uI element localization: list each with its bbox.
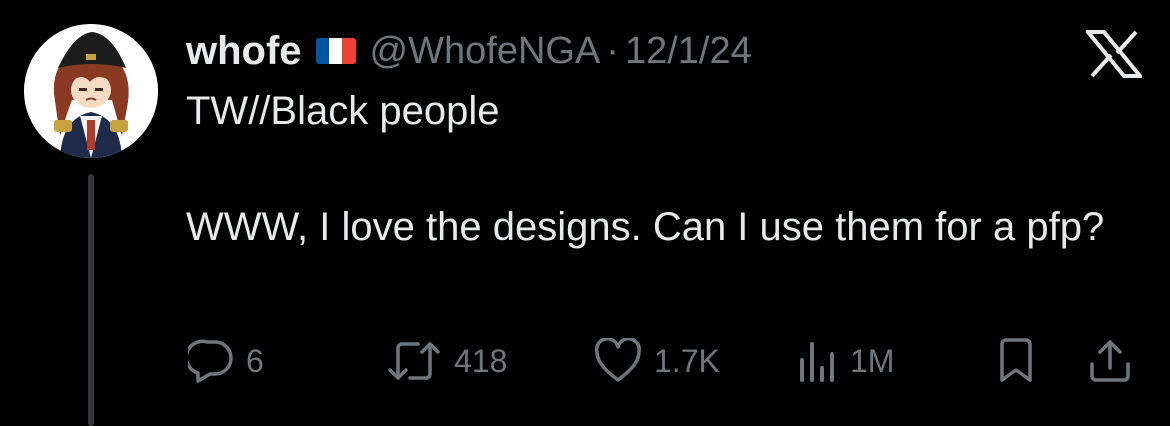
france-flag-icon [315,38,356,64]
avatar-illustration [24,24,158,158]
reply-button[interactable]: 6 [188,338,264,384]
tweet-text-line: WWW, I love the designs. Can I use them … [186,205,1105,249]
like-count: 1.7K [654,342,720,379]
display-name[interactable]: whofe [186,29,302,74]
repost-count: 418 [454,342,508,379]
views-bar-chart-icon [800,342,834,382]
reply-count: 6 [246,342,264,379]
like-button[interactable]: 1.7K [594,338,720,384]
tweet-text-line: TW//Black people [186,89,500,133]
repost-button[interactable]: 418 [386,338,507,384]
bookmark-button[interactable] [996,338,1036,384]
tweet-body: TW//Black people WWW, I love the designs… [186,82,1146,256]
action-bar: 6 418 1.7K 1M [0,338,1170,384]
views-button[interactable]: 1M [796,338,894,384]
reply-icon [188,339,233,383]
x-logo-icon[interactable] [1083,30,1145,78]
user-handle[interactable]: @WhofeNGA [370,30,601,73]
avatar[interactable] [24,24,158,158]
bookmark-icon [1000,338,1032,382]
tweet-header: whofe @WhofeNGA · 12/1/24 [186,26,752,76]
tweet-date[interactable]: 12/1/24 [625,30,752,73]
thread-line [88,174,94,426]
repost-icon [388,342,440,380]
views-count: 1M [850,342,895,379]
separator-dot: · [606,29,619,72]
share-button[interactable] [1086,338,1134,384]
heart-icon [594,338,642,382]
share-icon [1090,340,1130,382]
